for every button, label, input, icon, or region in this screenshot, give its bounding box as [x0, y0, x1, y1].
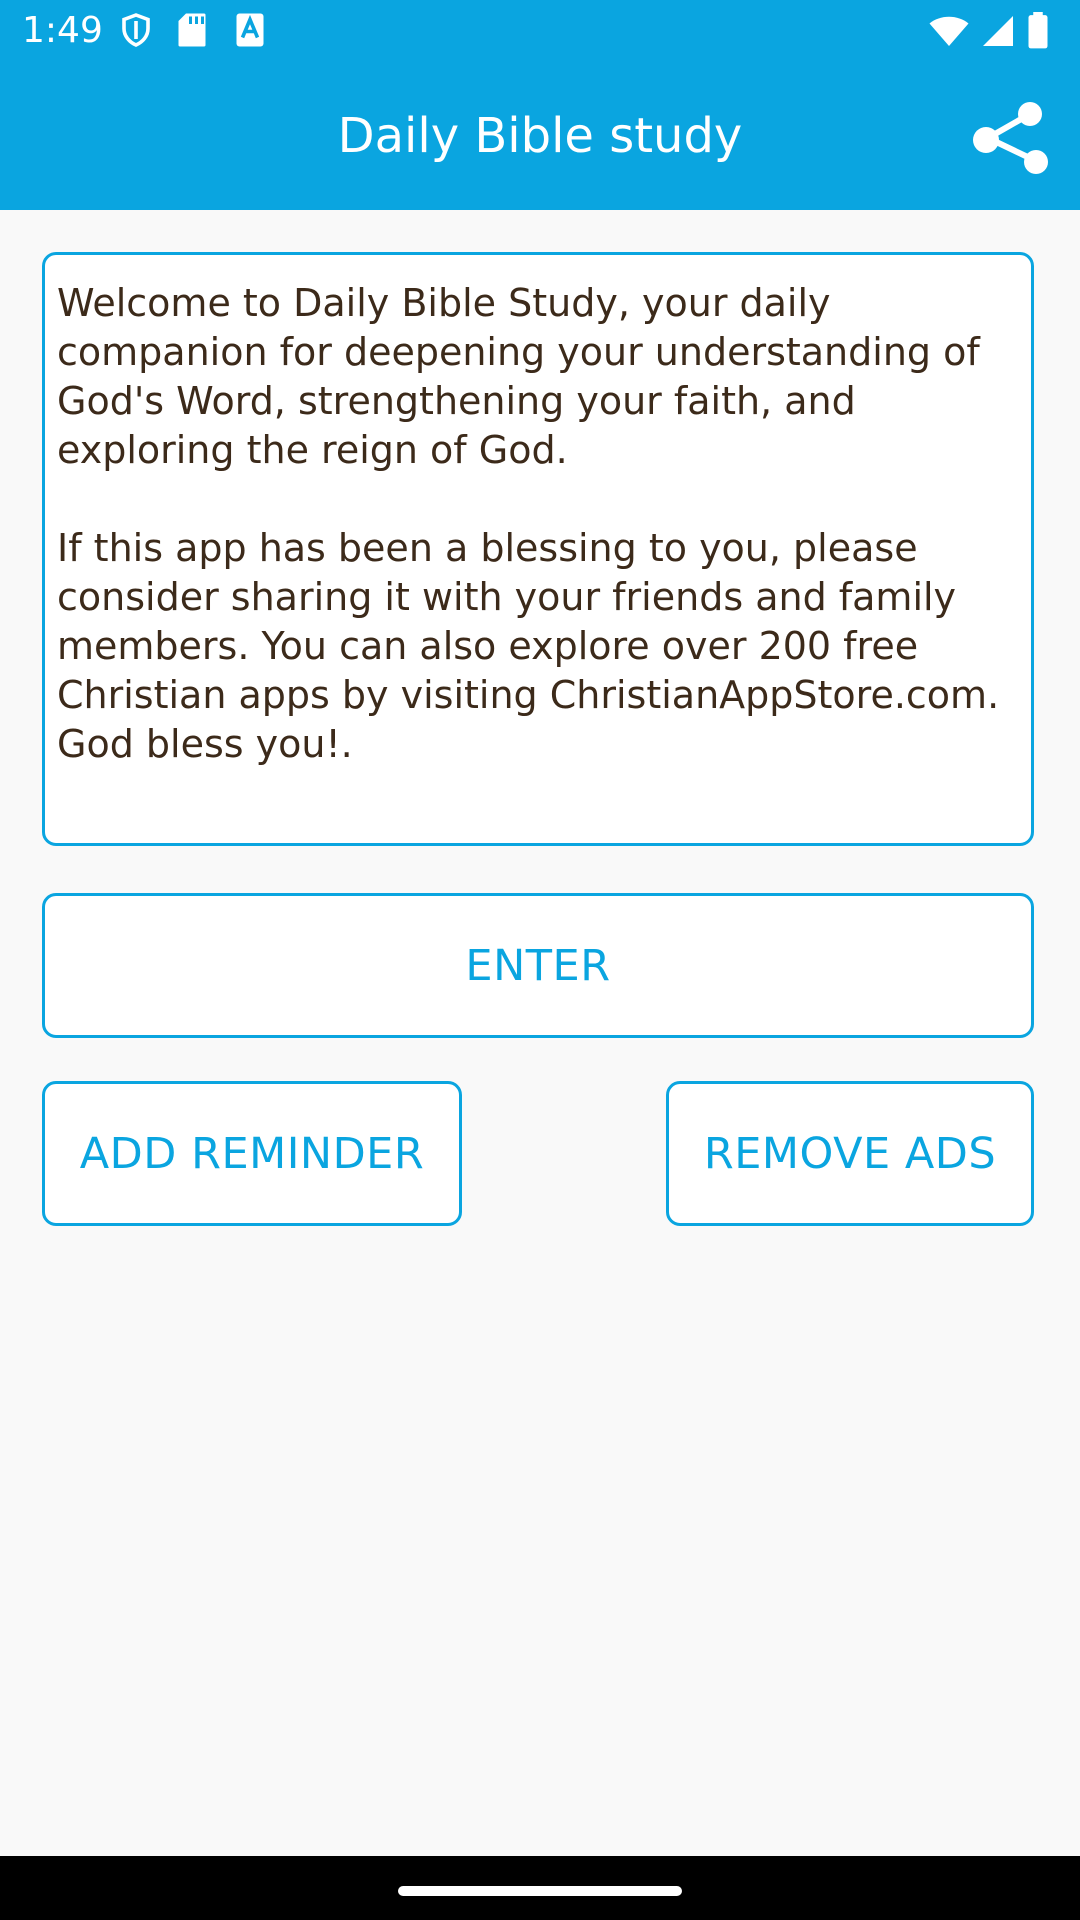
- remove-ads-button[interactable]: REMOVE ADS: [666, 1081, 1034, 1226]
- sd-card-icon: [176, 12, 212, 48]
- add-reminder-button[interactable]: ADD REMINDER: [42, 1081, 462, 1226]
- status-time: 1:49: [22, 10, 103, 51]
- signal-icon: [980, 13, 1016, 53]
- status-right-icons: [928, 12, 1050, 54]
- navigation-bar: [0, 1856, 1080, 1920]
- status-left-icons: [118, 12, 270, 48]
- screen: 1:49 Daily Bible study Welcome to Daily …: [0, 0, 1080, 1920]
- app-bar: Daily Bible study: [0, 62, 1080, 210]
- status-bar: 1:49: [0, 0, 1080, 62]
- welcome-message[interactable]: Welcome to Daily Bible Study, your daily…: [42, 252, 1034, 846]
- battery-icon: [1026, 12, 1050, 54]
- shield-icon: [118, 12, 154, 48]
- font-a-icon: [234, 12, 270, 48]
- home-handle[interactable]: [398, 1886, 682, 1896]
- enter-button[interactable]: ENTER: [42, 893, 1034, 1038]
- wifi-icon: [928, 13, 970, 53]
- page-title: Daily Bible study: [337, 108, 743, 164]
- share-button[interactable]: [970, 98, 1050, 178]
- share-icon: [973, 102, 1048, 174]
